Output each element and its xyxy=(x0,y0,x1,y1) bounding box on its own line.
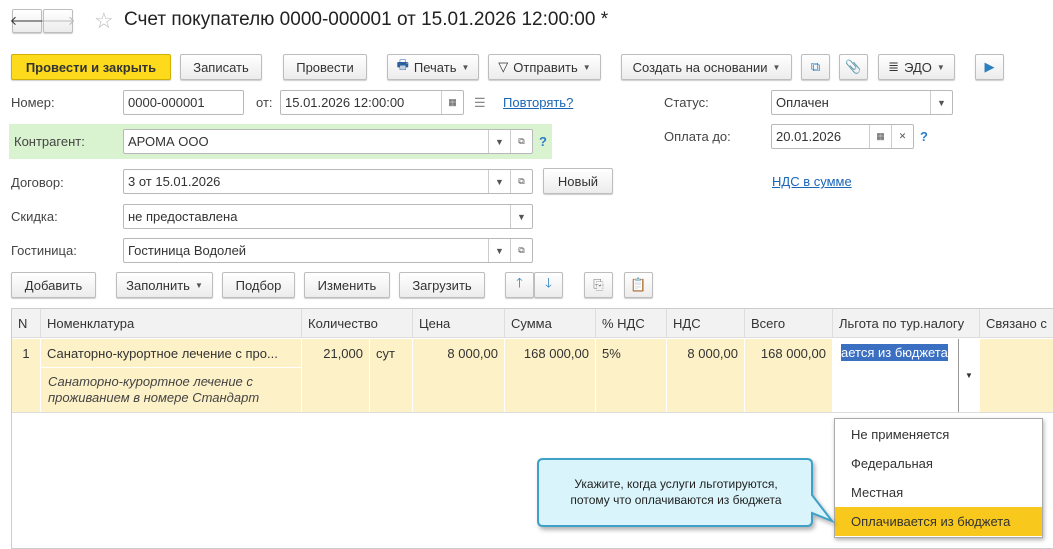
discount-label: Скидка: xyxy=(11,209,58,224)
help-icon[interactable]: ? xyxy=(920,129,928,144)
dropdown-icon[interactable]: ▼ xyxy=(958,339,979,412)
column-header-benefit[interactable]: Льгота по тур.налогу xyxy=(833,309,980,338)
page-title: Счет покупателю 0000-000001 от 15.01.202… xyxy=(124,9,609,30)
option-budget[interactable]: Оплачивается из бюджета xyxy=(835,507,1042,536)
dropdown-icon[interactable]: ▼ xyxy=(930,91,952,114)
benefit-dropdown-list[interactable]: Не применяется Федеральная Местная Оплач… xyxy=(834,418,1043,538)
discount-field[interactable]: не предоставлена ▼ xyxy=(123,204,533,229)
status-field[interactable]: Оплачен ▼ xyxy=(771,90,953,115)
send-icon: ▽ xyxy=(498,59,509,74)
attachment-icon[interactable]: 📎 xyxy=(839,54,868,80)
option-local[interactable]: Местная xyxy=(835,478,1042,507)
status-label: Статус: xyxy=(664,95,709,110)
print-button[interactable]: 🖶 Печать ▼ xyxy=(387,54,479,80)
help-icon[interactable]: ? xyxy=(539,134,547,149)
dropdown-icon[interactable]: ▼ xyxy=(488,239,510,262)
printer-icon: 🖶 xyxy=(396,57,409,72)
option-federal[interactable]: Федеральная xyxy=(835,449,1042,478)
counterparty-field[interactable]: АРОМА ООО ▼ ⧉ xyxy=(123,129,533,154)
vat-in-sum-link[interactable]: НДС в сумме xyxy=(772,174,852,189)
fill-button[interactable]: Заполнить ▼ xyxy=(116,272,213,298)
save-button[interactable]: Записать xyxy=(180,54,262,80)
paste-icon[interactable]: 📋 xyxy=(624,272,653,298)
column-header-price[interactable]: Цена xyxy=(413,309,505,338)
pay-until-field[interactable]: 20.01.2026 ▦ ✕ xyxy=(771,124,914,149)
hotel-label: Гостиница: xyxy=(11,243,77,258)
contract-field[interactable]: 3 от 15.01.2026 ▼ ⧉ xyxy=(123,169,533,194)
load-button[interactable]: Загрузить xyxy=(399,272,485,298)
cell-unit: сут xyxy=(370,339,413,412)
dropdown-icon[interactable]: ▼ xyxy=(488,170,510,193)
edo-button[interactable]: ≣ ЭДО ▼ xyxy=(878,54,955,80)
post-and-close-button[interactable]: Провести и закрыть xyxy=(11,54,171,80)
dropdown-icon[interactable]: ▼ xyxy=(510,205,532,228)
number-label: Номер: xyxy=(11,95,55,110)
repeat-link[interactable]: Повторять? xyxy=(503,95,573,110)
cell-vat: 8 000,00 xyxy=(667,339,745,412)
column-header-item[interactable]: Номенклатура xyxy=(41,309,302,338)
cell-linked xyxy=(980,339,1053,412)
copy-icon[interactable]: ⎘ xyxy=(584,272,613,298)
open-icon[interactable]: ⧉ xyxy=(510,130,532,153)
cell-qty: 21,000 xyxy=(302,339,370,412)
move-up-icon[interactable]: 🡑 xyxy=(505,272,534,298)
move-down-icon[interactable]: 🡓 xyxy=(534,272,563,298)
send-button[interactable]: ▽ Отправить ▼ xyxy=(488,54,601,80)
column-header-n[interactable]: N xyxy=(12,309,41,338)
column-header-total[interactable]: Всего xyxy=(745,309,833,338)
cell-benefit-editor[interactable]: ается из бюджета ▼ xyxy=(833,339,980,412)
cell-item[interactable]: Санаторно-курортное лечение с про... Сан… xyxy=(41,339,302,412)
cell-sum: 168 000,00 xyxy=(505,339,596,412)
option-not-applied[interactable]: Не применяется xyxy=(835,420,1042,449)
forward-button[interactable]: 🡒 xyxy=(41,9,75,33)
edo-icon: ≣ xyxy=(888,59,900,74)
column-header-vat[interactable]: НДС xyxy=(667,309,745,338)
create-based-on-button[interactable]: Создать на основании ▼ xyxy=(621,54,792,80)
number-field[interactable]: 0000-000001 xyxy=(123,90,244,115)
hotel-field[interactable]: Гостиница Водолей ▼ ⧉ xyxy=(123,238,533,263)
item-description: Санаторно-курортное лечение с проживание… xyxy=(48,374,260,405)
structure-icon[interactable]: ⧉ xyxy=(801,54,830,80)
column-header-sum[interactable]: Сумма xyxy=(505,309,596,338)
clear-icon[interactable]: ✕ xyxy=(891,125,913,148)
add-button[interactable]: Добавить xyxy=(11,272,96,298)
post-button[interactable]: Провести xyxy=(283,54,367,80)
column-header-linked[interactable]: Связано с xyxy=(980,309,1053,338)
cell-n: 1 xyxy=(12,339,41,412)
note-icon[interactable]: ☰ xyxy=(474,95,486,111)
callout-text: Укажите, когда услуги льготируются, пото… xyxy=(570,477,782,507)
back-button[interactable]: 🡐 xyxy=(10,9,44,33)
play-icon[interactable]: ▶ xyxy=(975,54,1004,80)
cell-total: 168 000,00 xyxy=(745,339,833,412)
edit-button[interactable]: Изменить xyxy=(304,272,390,298)
counterparty-label: Контрагент: xyxy=(14,134,85,149)
favorite-star-icon[interactable]: ☆ xyxy=(94,8,114,34)
row-separator xyxy=(12,412,1053,413)
open-icon[interactable]: ⧉ xyxy=(510,170,532,193)
column-header-qty[interactable]: Количество xyxy=(302,309,413,338)
cell-price: 8 000,00 xyxy=(413,339,505,412)
benefit-input[interactable]: ается из бюджета xyxy=(841,344,948,361)
new-contract-button[interactable]: Новый xyxy=(543,168,613,194)
calendar-icon[interactable]: ▦ xyxy=(441,91,463,114)
dropdown-icon[interactable]: ▼ xyxy=(488,130,510,153)
open-icon[interactable]: ⧉ xyxy=(510,239,532,262)
cell-vat-rate: 5% xyxy=(596,339,667,412)
date-label: от: xyxy=(256,95,273,110)
contract-label: Договор: xyxy=(11,175,64,190)
calendar-icon[interactable]: ▦ xyxy=(869,125,891,148)
date-field[interactable]: 15.01.2026 12:00:00 ▦ xyxy=(280,90,464,115)
pick-button[interactable]: Подбор xyxy=(222,272,295,298)
column-header-vat-rate[interactable]: % НДС xyxy=(596,309,667,338)
pay-until-label: Оплата до: xyxy=(664,129,731,144)
